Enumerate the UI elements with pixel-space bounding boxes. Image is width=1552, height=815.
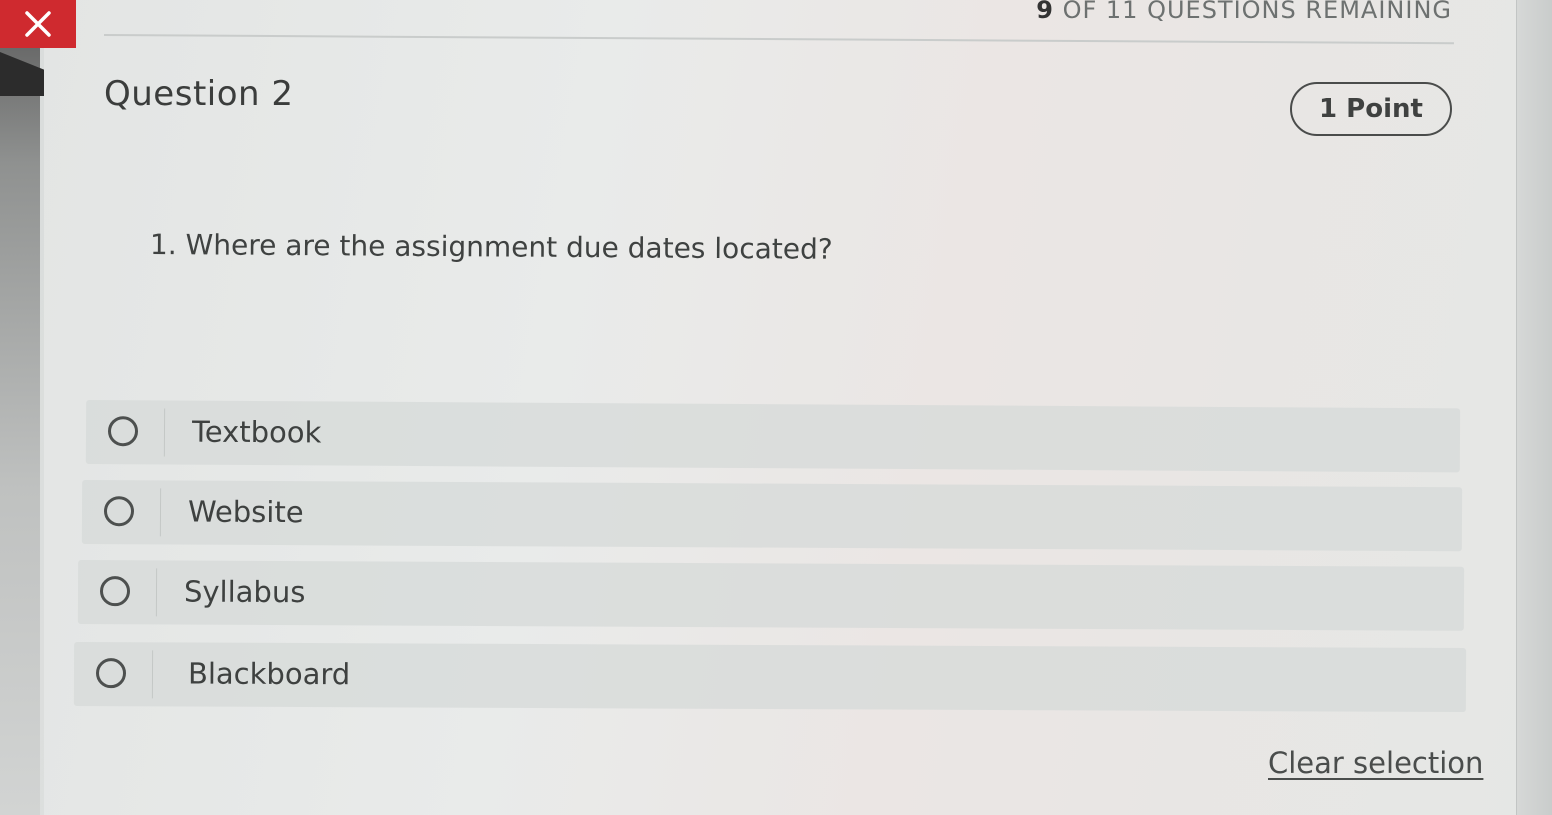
radio-button[interactable] [107, 416, 139, 447]
option-divider [155, 568, 158, 617]
option-label: Syllabus [183, 574, 306, 610]
points-badge: 1 Point [1290, 82, 1452, 136]
right-edge-strip [1516, 0, 1552, 815]
question-text: 1. Where are the assignment due dates lo… [149, 228, 833, 266]
close-button[interactable] [0, 0, 76, 48]
remaining-count: 9 [1036, 0, 1054, 24]
option-divider [159, 488, 162, 537]
radio-button[interactable] [95, 658, 127, 689]
option-label: Website [187, 494, 304, 530]
radio-button[interactable] [99, 576, 131, 607]
question-title: Question 2 [104, 74, 294, 114]
option-divider [151, 650, 154, 699]
questions-remaining: 9 OF 11 QUESTIONS REMAINING [1036, 0, 1452, 24]
answer-option[interactable]: Website [81, 480, 1463, 552]
answer-option[interactable]: Blackboard [73, 642, 1467, 713]
answer-option[interactable]: Textbook [85, 400, 1461, 473]
answer-option[interactable]: Syllabus [77, 560, 1465, 631]
radio-button[interactable] [103, 496, 135, 527]
option-label: Blackboard [187, 656, 351, 692]
close-icon [25, 11, 51, 37]
left-edge-strip [0, 0, 40, 815]
clear-selection-link[interactable]: Clear selection [1268, 746, 1483, 780]
option-divider [163, 408, 166, 457]
option-label: Textbook [191, 414, 322, 450]
remaining-text: OF 11 QUESTIONS REMAINING [1062, 0, 1452, 24]
